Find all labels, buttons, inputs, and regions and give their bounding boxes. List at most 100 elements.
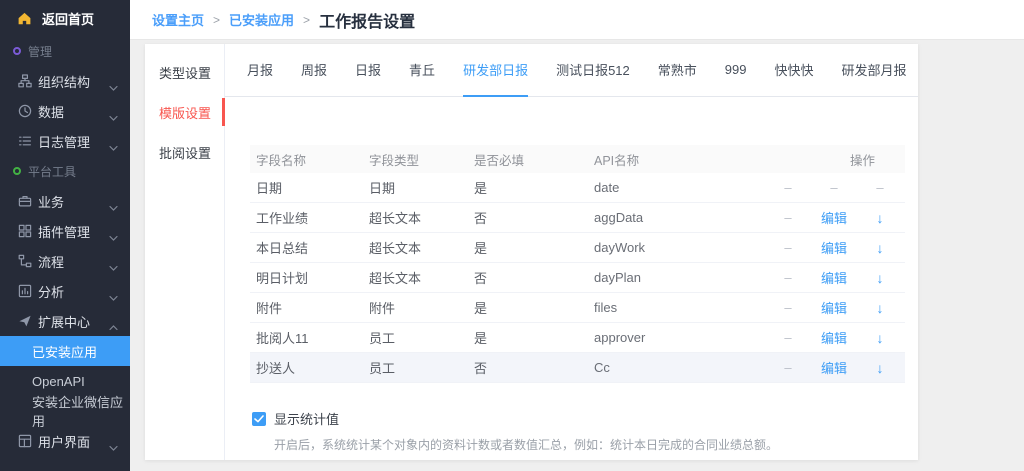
- sidebar-item-label: 数据: [38, 102, 64, 121]
- sidebar-item-label: 管理: [28, 43, 52, 60]
- cell-name: 日期: [250, 178, 363, 197]
- table-row: 明日计划超长文本否dayPlan–编辑↓: [250, 263, 905, 293]
- cell-name: 明日计划: [250, 268, 363, 287]
- tab-item[interactable]: 999: [725, 44, 747, 97]
- cell-api: aggData: [588, 210, 705, 225]
- cell-type: 员工: [363, 358, 468, 377]
- tab-item[interactable]: 常熟市: [658, 44, 697, 97]
- flow-icon: [18, 254, 32, 268]
- sidebar-item[interactable]: 插件管理: [0, 216, 130, 246]
- chart-icon: [18, 284, 32, 298]
- edit-button[interactable]: 编辑: [819, 238, 849, 257]
- cell-required: 否: [468, 358, 588, 377]
- table-row: 日期日期是date–––: [250, 173, 905, 203]
- cell-type: 超长文本: [363, 238, 468, 257]
- sidebar-item[interactable]: 组织结构: [0, 66, 130, 96]
- settings-nav-item[interactable]: 批阅设置: [145, 132, 224, 172]
- action-placeholder-dash: –: [779, 180, 797, 195]
- settings-nav-item[interactable]: 模版设置: [145, 92, 224, 132]
- list-icon: [18, 134, 32, 148]
- cell-name: 本日总结: [250, 238, 363, 257]
- action-placeholder-dash: –: [779, 270, 797, 285]
- sidebar-item[interactable]: 流程: [0, 246, 130, 276]
- settings-nav-item[interactable]: 类型设置: [145, 52, 224, 92]
- sidebar-item[interactable]: 日志管理: [0, 126, 130, 156]
- page-title: 工作报告设置: [319, 8, 415, 32]
- sidebar-section-header: 管理: [0, 36, 130, 66]
- col-header-field-name: 字段名称: [250, 150, 363, 169]
- template-settings-pane: 月报周报日报青丘研发部日报测试日报512常熟市999快快快研发部月报研发部周报 …: [225, 44, 918, 460]
- tab-item[interactable]: 月报: [247, 44, 273, 97]
- chevron-down-icon: [109, 288, 118, 306]
- edit-button[interactable]: 编辑: [819, 208, 849, 227]
- sidebar-item-label: 组织结构: [38, 72, 90, 91]
- table-row: 批阅人11员工是approver–编辑↓: [250, 323, 905, 353]
- move-down-icon[interactable]: ↓: [871, 270, 889, 286]
- tab-item[interactable]: 研发部日报: [463, 44, 528, 97]
- report-type-tabs: 月报周报日报青丘研发部日报测试日报512常熟市999快快快研发部月报研发部周报: [225, 44, 918, 97]
- sidebar-item[interactable]: 业务: [0, 186, 130, 216]
- breadcrumb-link-settings-home[interactable]: 设置主页: [152, 10, 204, 29]
- edit-button[interactable]: 编辑: [819, 268, 849, 287]
- back-to-home-button[interactable]: 返回首页: [0, 0, 130, 36]
- breadcrumb-separator: >: [213, 13, 220, 27]
- sidebar-subitem[interactable]: 已安装应用: [0, 336, 130, 366]
- tab-item[interactable]: 青丘: [409, 44, 435, 97]
- fields-table-body: 日期日期是date–––工作业绩超长文本否aggData–编辑↓本日总结超长文本…: [250, 173, 905, 383]
- show-statistics-label: 显示统计值: [274, 409, 339, 428]
- table-row: 本日总结超长文本是dayWork–编辑↓: [250, 233, 905, 263]
- briefcase-icon: [18, 194, 32, 208]
- breadcrumb-link-installed-apps[interactable]: 已安装应用: [229, 10, 294, 29]
- cell-required: 否: [468, 208, 588, 227]
- sidebar-item-label: 流程: [38, 252, 64, 271]
- tab-item[interactable]: 测试日报512: [556, 44, 630, 97]
- row-actions: –编辑↓: [705, 238, 905, 257]
- tab-item[interactable]: 周报: [301, 44, 327, 97]
- cell-type: 附件: [363, 298, 468, 317]
- edit-button[interactable]: 编辑: [819, 358, 849, 377]
- sidebar-item-label: 业务: [38, 192, 64, 211]
- move-down-icon[interactable]: ↓: [871, 330, 889, 346]
- rocket-icon: [18, 314, 32, 328]
- cell-api: dayPlan: [588, 270, 705, 285]
- edit-button[interactable]: 编辑: [819, 298, 849, 317]
- cell-required: 是: [468, 238, 588, 257]
- chevron-up-icon: [109, 318, 118, 336]
- home-icon: [17, 11, 32, 26]
- sidebar-item[interactable]: 扩展中心: [0, 306, 130, 336]
- cell-name: 工作业绩: [250, 208, 363, 227]
- sidebar-item[interactable]: 用户界面: [0, 426, 130, 456]
- move-down-icon[interactable]: ↓: [871, 240, 889, 256]
- clock-icon: [18, 104, 32, 118]
- edit-button[interactable]: 编辑: [819, 328, 849, 347]
- tab-item[interactable]: 快快快: [775, 44, 814, 97]
- sidebar-item[interactable]: 数据: [0, 96, 130, 126]
- sidebar-item[interactable]: 分析: [0, 276, 130, 306]
- cell-name: 批阅人11: [250, 328, 363, 347]
- sidebar-subitem[interactable]: 安装企业微信应用: [0, 396, 130, 426]
- sidebar-item-label: OpenAPI: [32, 374, 85, 389]
- chevron-down-icon: [109, 108, 118, 126]
- tab-item[interactable]: 日报: [355, 44, 381, 97]
- fields-table-header: 字段名称 字段类型 是否必填 API名称 操作: [250, 145, 905, 173]
- settings-nav-label: 类型设置: [159, 63, 211, 82]
- row-actions: –编辑↓: [705, 298, 905, 317]
- tab-item[interactable]: 研发部月报: [842, 44, 907, 97]
- app-root: 返回首页 管理组织结构数据日志管理平台工具业务插件管理流程分析扩展中心已安装应用…: [0, 0, 1024, 471]
- cell-required: 是: [468, 298, 588, 317]
- col-header-actions: 操作: [705, 150, 905, 169]
- move-down-icon[interactable]: ↓: [871, 300, 889, 316]
- show-statistics-checkbox[interactable]: [252, 412, 266, 426]
- settings-left-nav: 类型设置模版设置批阅设置: [145, 44, 225, 460]
- sidebar-item-label: 插件管理: [38, 222, 90, 241]
- cell-name: 附件: [250, 298, 363, 317]
- page-content: 类型设置模版设置批阅设置 月报周报日报青丘研发部日报测试日报512 常熟市 999 快…: [130, 40, 1024, 471]
- section-ring-icon: [13, 167, 21, 175]
- chevron-down-icon: [109, 228, 118, 246]
- sidebar-item-label: 用户界面: [38, 432, 90, 451]
- cell-api: approver: [588, 330, 705, 345]
- cell-required: 否: [468, 268, 588, 287]
- move-down-icon[interactable]: ↓: [871, 210, 889, 226]
- col-header-field-type: 字段类型: [363, 150, 468, 169]
- move-down-icon[interactable]: ↓: [871, 360, 889, 376]
